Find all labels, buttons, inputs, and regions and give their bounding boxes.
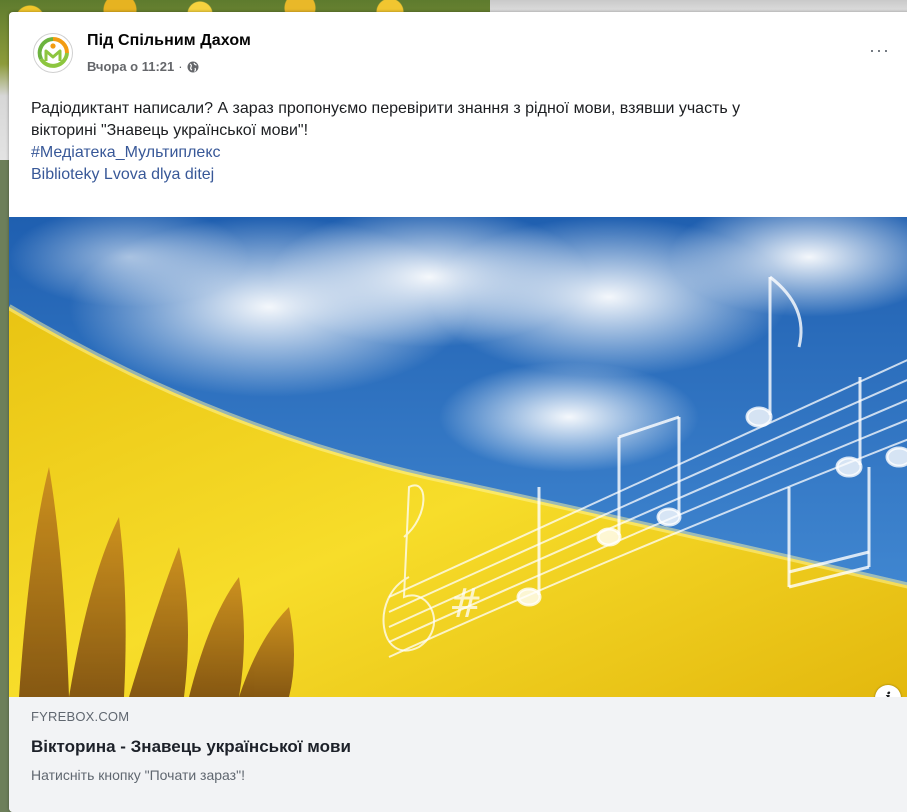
post-meta: Вчора о 11:21 ·	[87, 59, 199, 74]
more-options-icon[interactable]: ···	[869, 41, 893, 61]
post-text-line-1: Радіодиктант написали? А зараз пропонуєм…	[31, 100, 741, 117]
meta-separator: ·	[178, 59, 183, 74]
ukrainian-flag-music-image: #	[9, 217, 907, 697]
svg-text:#: #	[449, 581, 483, 627]
page-avatar[interactable]	[33, 33, 73, 73]
hashtag-link[interactable]: #Медіатека_Мультиплекс	[31, 142, 907, 164]
post-body: Радіодиктант написали? А зараз пропонуєм…	[31, 98, 907, 186]
facebook-post-card: Під Спільним Дахом Вчора о 11:21 · ··· Р…	[9, 12, 907, 812]
link-description: Натисніть кнопку "Почати зараз"!	[31, 767, 245, 783]
page-logo-icon	[37, 37, 69, 68]
link-title[interactable]: Вікторина - Знавець української мови	[31, 737, 351, 757]
post-header: Під Спільним Дахом Вчора о 11:21 · ···	[9, 12, 907, 82]
page-name-link[interactable]: Під Спільним Дахом	[87, 32, 251, 50]
post-text-line-2: вікторині "Знавець української мови"!	[31, 122, 309, 139]
post-timestamp[interactable]: Вчора о 11:21	[87, 59, 174, 74]
link-preview-image[interactable]: #	[9, 217, 907, 697]
page-mention-link[interactable]: Biblioteky Lvova dlya ditej	[31, 164, 907, 186]
globe-icon	[187, 61, 199, 73]
link-preview-card[interactable]: FYREBOX.COM Вікторина - Знавець українсь…	[9, 697, 907, 812]
link-domain: FYREBOX.COM	[31, 709, 130, 724]
